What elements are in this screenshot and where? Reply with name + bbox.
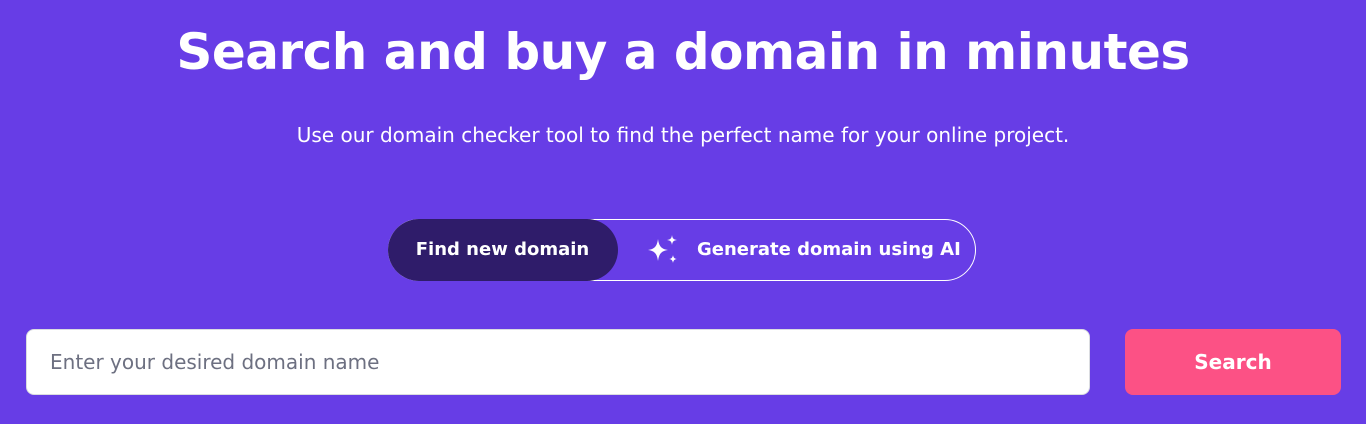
search-mode-toggle: Find new domain Generate domain using AI bbox=[387, 218, 977, 281]
page-subtitle: Use our domain checker tool to find the … bbox=[296, 123, 1070, 147]
domain-search-input[interactable] bbox=[26, 329, 1090, 395]
tab-find-new-domain-label: Find new domain bbox=[415, 239, 590, 260]
domain-search-hero: Search and buy a domain in minutes Use o… bbox=[0, 0, 1366, 424]
search-button[interactable]: Search bbox=[1125, 329, 1341, 395]
tab-find-new-domain[interactable]: Find new domain bbox=[387, 218, 618, 281]
sparkle-icon bbox=[645, 232, 681, 268]
tab-generate-domain-ai[interactable]: Generate domain using AI bbox=[627, 219, 977, 281]
page-title: Search and buy a domain in minutes bbox=[176, 23, 1190, 81]
tab-generate-domain-ai-label: Generate domain using AI bbox=[697, 239, 961, 260]
